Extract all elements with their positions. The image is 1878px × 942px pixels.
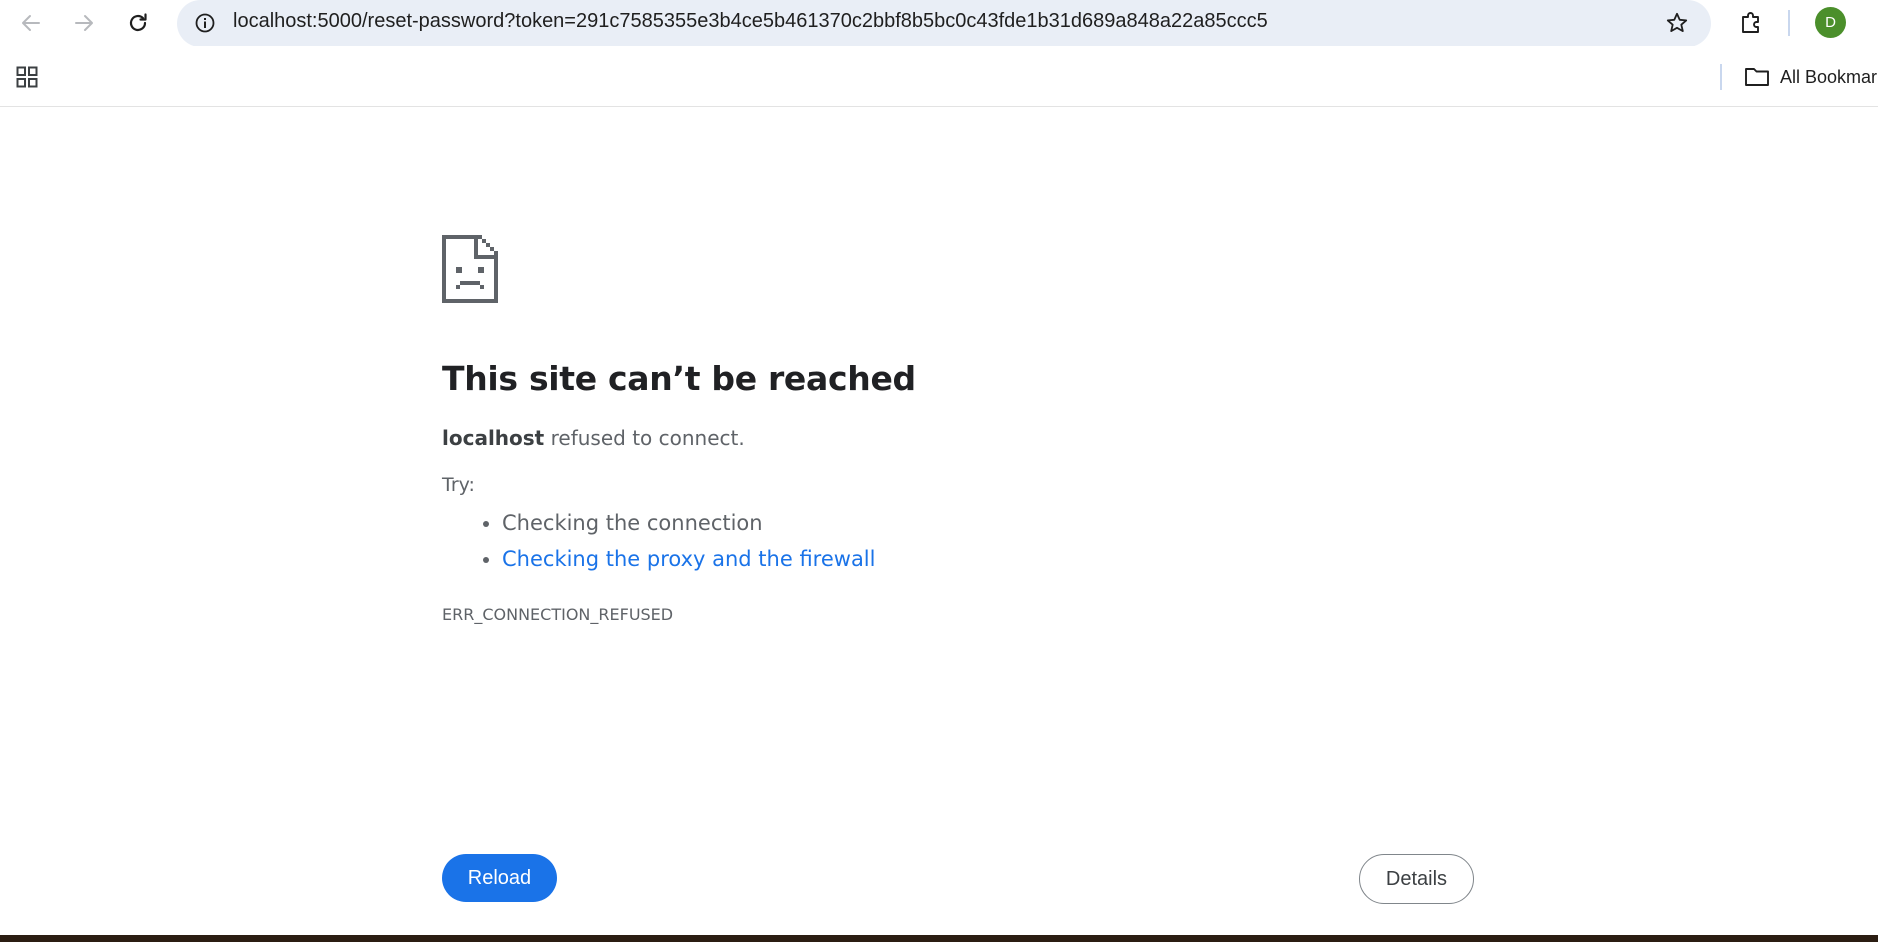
suggestion-item: Checking the connection xyxy=(502,505,875,541)
url-text[interactable]: localhost:5000/reset-password?token=291c… xyxy=(233,0,1268,47)
arrow-right-icon xyxy=(75,15,93,31)
browser-toolbar: localhost:5000/reset-password?token=291c… xyxy=(0,0,1878,47)
info-icon xyxy=(195,13,215,33)
suggestion-proxy-firewall-link[interactable]: Checking the proxy and the firewall xyxy=(502,547,875,571)
error-description: localhost refused to connect. xyxy=(442,426,745,450)
apps-grid-icon xyxy=(16,66,38,88)
error-code: ERR_CONNECTION_REFUSED xyxy=(442,605,674,624)
all-bookmarks-label: All Bookmar xyxy=(1780,66,1878,87)
toolbar-divider xyxy=(1788,10,1790,36)
all-bookmarks-button[interactable]: All Bookmar xyxy=(1744,60,1877,94)
address-bar[interactable]: localhost:5000/reset-password?token=291c… xyxy=(177,0,1711,47)
suggestion-check-connection: Checking the connection xyxy=(502,511,763,535)
forward-button[interactable] xyxy=(66,5,102,41)
back-button[interactable] xyxy=(13,5,49,41)
bookmark-star-button[interactable] xyxy=(1659,5,1695,41)
suggestions-list: Checking the connection Checking the pro… xyxy=(442,505,875,577)
try-label: Try: xyxy=(442,474,475,496)
reload-icon xyxy=(129,13,147,32)
sad-page-icon xyxy=(442,235,498,303)
bookmarks-bar: All Bookmar xyxy=(0,46,1878,107)
details-button[interactable]: Details xyxy=(1359,854,1474,904)
extensions-button[interactable] xyxy=(1733,5,1769,41)
folder-icon xyxy=(1745,68,1769,86)
reload-button[interactable]: Reload xyxy=(442,854,557,902)
taskbar-edge xyxy=(0,935,1878,942)
bookmarks-divider xyxy=(1720,64,1722,90)
star-icon xyxy=(1666,12,1688,32)
profile-avatar[interactable]: D xyxy=(1815,7,1846,38)
apps-button[interactable] xyxy=(10,60,44,94)
reload-toolbar-button[interactable] xyxy=(120,5,156,41)
puzzle-icon xyxy=(1742,12,1759,33)
arrow-left-icon xyxy=(22,15,40,31)
error-description-text: refused to connect. xyxy=(544,426,745,450)
error-host: localhost xyxy=(442,426,545,450)
error-title: This site can’t be reached xyxy=(442,359,916,398)
suggestion-item: Checking the proxy and the firewall xyxy=(502,541,875,577)
site-info-button[interactable] xyxy=(187,5,223,41)
